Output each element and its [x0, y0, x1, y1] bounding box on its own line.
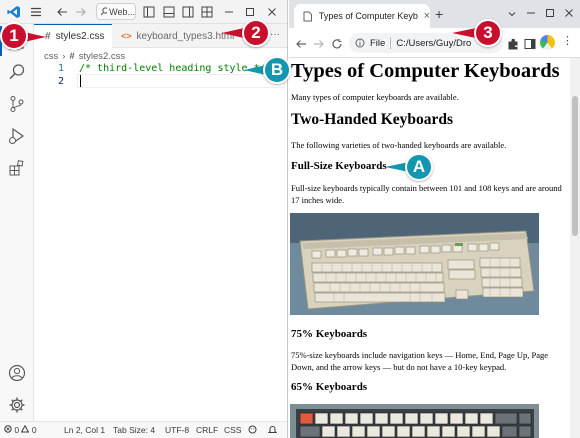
breadcrumb-folder[interactable]: css	[44, 51, 58, 62]
extensions-icon[interactable]	[6, 157, 28, 179]
reload-icon[interactable]	[331, 37, 343, 55]
language-mode[interactable]: CSS	[224, 425, 241, 435]
browser-window: Types of Computer Keyboards × + File	[289, 0, 580, 438]
command-center-text: Web...	[109, 6, 135, 17]
accounts-icon[interactable]	[6, 362, 28, 384]
back-arrow-icon[interactable]	[295, 37, 307, 55]
tab-search-icon[interactable]	[507, 6, 517, 24]
breadcrumb-css-icon: #	[69, 50, 75, 62]
minimize-icon[interactable]	[526, 5, 536, 23]
line-number: 1	[57, 63, 64, 74]
address-separator	[390, 37, 392, 49]
callout-3-pointer	[452, 28, 476, 38]
html-file-icon: <>	[121, 31, 132, 41]
close-window-icon[interactable]	[564, 5, 574, 23]
toggle-sidebar-icon[interactable]	[142, 3, 156, 21]
forward-arrow-icon[interactable]	[74, 3, 88, 21]
callout-b: B	[263, 56, 291, 84]
back-arrow-icon[interactable]	[55, 3, 69, 21]
address-scheme-label: File	[370, 37, 386, 49]
address-url[interactable]: C:/Users/Guy/Dro	[396, 38, 471, 49]
minimize-icon[interactable]	[222, 3, 236, 21]
search-view-icon[interactable]	[6, 61, 28, 83]
new-tab-icon[interactable]: +	[435, 6, 443, 22]
line-ending[interactable]: CRLF	[196, 425, 218, 435]
problems-indicator[interactable]: 0 0	[4, 424, 37, 435]
warning-count: 0	[31, 425, 37, 435]
status-bar: 0 0 Ln 2, Col 1 Tab Size: 4 UTF-8 CRLF C…	[0, 421, 287, 438]
close-tab-icon[interactable]: ×	[111, 31, 112, 43]
manage-gear-icon[interactable]	[6, 394, 28, 416]
heading-65-percent: 65% Keyboards	[291, 381, 368, 393]
line-number: 2	[57, 76, 64, 87]
heading-75-percent: 75% Keyboards	[291, 328, 368, 340]
profile-avatar[interactable]	[540, 35, 555, 50]
command-center-search[interactable]: Web...	[96, 3, 136, 20]
two-handed-paragraph: The following varieties of two-handed ke…	[291, 140, 507, 150]
side-panel-icon[interactable]	[524, 37, 536, 55]
code-line-comment[interactable]: /* third-level heading style */	[79, 63, 266, 74]
search-icon	[100, 7, 108, 16]
callout-3: 3	[474, 19, 502, 47]
current-line-highlight	[77, 74, 285, 88]
75-percent-paragraph: 75%-size keyboards include navigation ke…	[291, 350, 549, 372]
browser-menu-icon[interactable]: ⋮	[562, 36, 573, 47]
maximize-icon[interactable]	[545, 5, 555, 23]
callout-1: 1	[0, 22, 28, 50]
activity-bar	[0, 24, 34, 421]
extensions-icon[interactable]	[507, 37, 519, 55]
browser-tab[interactable]: Types of Computer Keyboards ×	[294, 4, 430, 28]
page-scrollbar[interactable]	[570, 58, 580, 438]
error-count: 0	[14, 425, 20, 435]
breadcrumb: css › # styles2.css	[44, 49, 125, 63]
callout-2: 2	[242, 19, 270, 47]
feedback-icon[interactable]	[248, 425, 257, 436]
vscode-title-bar: Web...	[0, 0, 287, 24]
tab-size[interactable]: Tab Size: 4	[113, 425, 155, 435]
full-size-paragraph: Full-size keyboards typically contain be…	[291, 183, 562, 205]
notifications-bell-icon[interactable]	[267, 425, 278, 436]
more-actions-icon[interactable]: ···	[270, 29, 280, 40]
text-cursor	[80, 75, 81, 87]
breadcrumb-separator: ›	[62, 50, 66, 62]
browser-tab-strip: Types of Computer Keyboards × +	[289, 0, 580, 28]
vscode-logo-icon	[6, 3, 22, 21]
scrollbar-thumb[interactable]	[572, 96, 578, 236]
web-page-content: Types of Computer Keyboards Many types o…	[289, 58, 570, 438]
info-icon	[355, 38, 365, 48]
callout-2-pointer	[222, 28, 244, 38]
full-size-keyboard-image	[290, 213, 539, 315]
browser-toolbar: File C:/Users/Guy/Dro ⋮	[289, 28, 580, 58]
toggle-panel-icon[interactable]	[162, 3, 176, 21]
heading-two-handed: Two-Handed Keyboards	[291, 111, 454, 128]
page-heading-1: Types of Computer Keyboards	[291, 60, 560, 82]
close-tab-icon[interactable]: ×	[424, 10, 430, 22]
65-percent-keyboard-image	[290, 404, 539, 438]
source-control-icon[interactable]	[6, 93, 28, 115]
cursor-position[interactable]: Ln 2, Col 1	[64, 425, 105, 435]
browser-tab-title: Types of Computer Keyboards	[318, 11, 418, 21]
callout-a: A	[405, 153, 433, 181]
warning-icon	[21, 424, 30, 433]
breadcrumb-file[interactable]: styles2.css	[79, 51, 125, 62]
forward-arrow-icon[interactable]	[313, 37, 325, 55]
customize-layout-icon[interactable]	[200, 3, 214, 21]
run-and-debug-icon[interactable]	[6, 125, 28, 147]
menu-icon[interactable]	[28, 3, 44, 21]
page-favicon-icon	[303, 11, 312, 21]
error-icon	[4, 425, 12, 433]
close-window-icon[interactable]	[265, 3, 279, 21]
toggle-secondary-sidebar-icon[interactable]	[181, 3, 195, 21]
code-editor[interactable]: 1 /* third-level heading style */ 2	[34, 62, 287, 420]
tab-label: styles2.css	[55, 31, 105, 42]
tab-label: keyboard_types3.html	[136, 30, 235, 42]
encoding[interactable]: UTF-8	[165, 425, 189, 435]
intro-paragraph: Many types of computer keyboards are ava…	[291, 92, 459, 102]
